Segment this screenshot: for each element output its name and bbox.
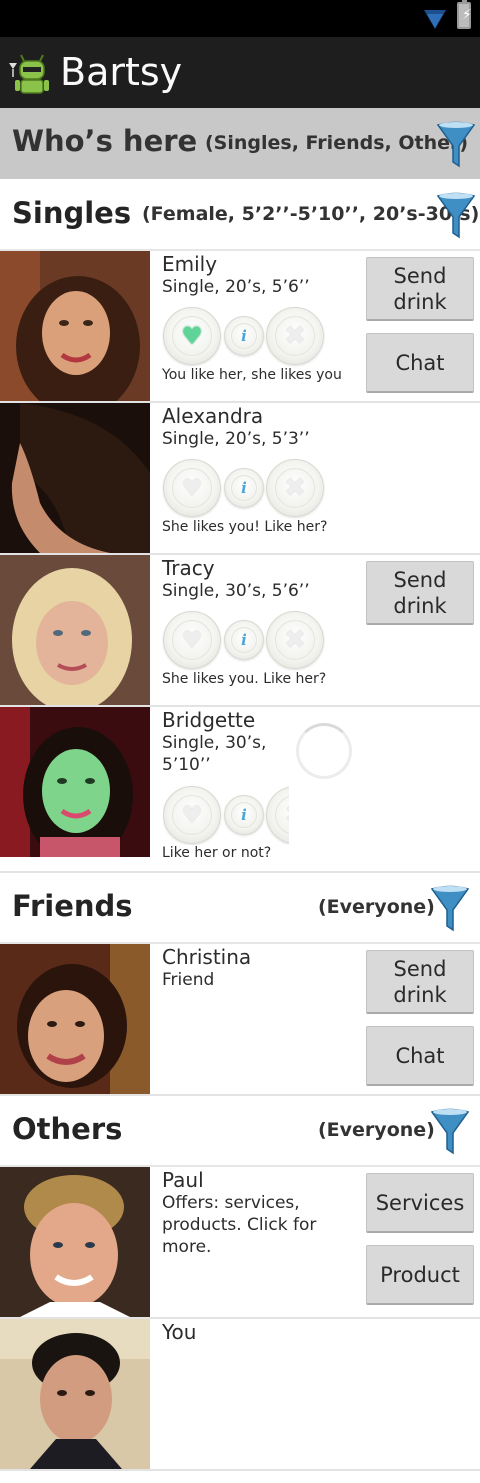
- heart-icon: ♥: [181, 801, 203, 829]
- close-icon: ✖: [284, 625, 306, 655]
- rating-controls: ♥ i ✖: [163, 458, 328, 518]
- person-desc: Single, 30’s, 5’10’’: [162, 733, 267, 775]
- person-desc: Offers: services, products. Click for mo…: [162, 1193, 317, 1257]
- person-name: Tracy: [162, 556, 215, 580]
- info-button[interactable]: i: [224, 795, 264, 835]
- like-button[interactable]: ♥: [163, 307, 221, 365]
- profile-photo[interactable]: [0, 944, 150, 1094]
- info-icon: i: [241, 630, 247, 649]
- info-icon: i: [241, 478, 247, 497]
- whos-here-filter-text: (Singles, Friends, Other): [205, 132, 469, 154]
- match-status: Like her or not?: [162, 845, 272, 861]
- list-item[interactable]: Paul Offers: services, products. Click f…: [0, 1167, 480, 1319]
- heart-icon: ♥: [181, 474, 203, 502]
- like-button[interactable]: ♥: [163, 786, 221, 844]
- product-button[interactable]: Product: [366, 1245, 474, 1305]
- person-desc: Friend: [162, 970, 215, 990]
- status-bar: ⚡: [0, 0, 480, 37]
- profile-photo[interactable]: [0, 555, 150, 705]
- friends-filter-text: (Everyone): [318, 896, 435, 918]
- app-title: Bartsy: [60, 50, 183, 94]
- send-drink-button[interactable]: Send drink: [366, 257, 474, 321]
- app-logo-icon[interactable]: [8, 51, 54, 95]
- whos-here-header[interactable]: Who’s here (Singles, Friends, Other): [0, 108, 480, 179]
- others-filter-text: (Everyone): [318, 1119, 435, 1141]
- singles-header[interactable]: Singles (Female, 5’2’’-5’10’’, 20’s-30’s…: [0, 179, 480, 251]
- person-desc: Single, 20’s, 5’3’’: [162, 429, 310, 449]
- friends-title: Friends: [12, 889, 133, 923]
- heart-icon: ♥: [181, 626, 203, 654]
- close-icon: ✖: [284, 473, 306, 503]
- person-desc: Single, 30’s, 5’6’’: [162, 581, 310, 601]
- wifi-icon: [424, 10, 446, 29]
- match-status: You like her, she likes you: [162, 367, 342, 383]
- chat-button[interactable]: Chat: [366, 1026, 474, 1086]
- list-item[interactable]: Christina Friend Send drink Chat: [0, 944, 480, 1096]
- singles-title: Singles: [12, 196, 132, 230]
- list-item[interactable]: Tracy Single, 30’s, 5’6’’ ♥ i ✖ She like…: [0, 555, 480, 707]
- list-item[interactable]: Alexandra Single, 20’s, 5’3’’ ♥ i ✖ She …: [0, 403, 480, 555]
- profile-photo[interactable]: [0, 707, 150, 857]
- chat-button[interactable]: Chat: [366, 333, 474, 393]
- close-icon: ✖: [284, 802, 289, 828]
- whos-here-title: Who’s here: [12, 124, 198, 158]
- funnel-icon[interactable]: [436, 191, 476, 239]
- info-button[interactable]: i: [224, 316, 264, 356]
- send-drink-button[interactable]: Send drink: [366, 950, 474, 1014]
- loading-spinner: [296, 723, 352, 779]
- dislike-button[interactable]: ✖: [266, 459, 324, 517]
- info-icon: i: [241, 805, 247, 824]
- rating-controls: ♥ i ✖: [163, 306, 328, 366]
- profile-photo[interactable]: [0, 251, 150, 401]
- info-button[interactable]: i: [224, 620, 264, 660]
- others-title: Others: [12, 1112, 123, 1146]
- person-name: You: [162, 1320, 197, 1344]
- dislike-button[interactable]: ✖: [266, 307, 324, 365]
- person-name: Emily: [162, 252, 218, 276]
- list-item[interactable]: Emily Single, 20’s, 5’6’’ ♥ i ✖ You like…: [0, 251, 480, 403]
- funnel-icon[interactable]: [430, 884, 470, 932]
- person-name: Christina: [162, 945, 252, 969]
- profile-photo[interactable]: [0, 403, 150, 553]
- heart-icon: ♥: [181, 322, 203, 350]
- match-status: She likes you. Like her?: [162, 671, 327, 687]
- person-name: Bridgette: [162, 708, 256, 732]
- battery-icon: ⚡: [457, 0, 472, 29]
- list-item[interactable]: You: [0, 1319, 480, 1471]
- like-button[interactable]: ♥: [163, 611, 221, 669]
- friends-header[interactable]: Friends (Everyone): [0, 873, 480, 944]
- funnel-icon[interactable]: [436, 120, 476, 168]
- singles-filter-text: (Female, 5’2’’-5’10’’, 20’s-30’s): [142, 203, 480, 225]
- profile-photo[interactable]: [0, 1167, 150, 1317]
- match-status: She likes you! Like her?: [162, 519, 328, 535]
- dislike-button[interactable]: ✖: [266, 786, 289, 844]
- funnel-icon[interactable]: [430, 1107, 470, 1155]
- info-button[interactable]: i: [224, 468, 264, 508]
- person-name: Alexandra: [162, 404, 264, 428]
- list-item[interactable]: Bridgette Single, 30’s, 5’10’’ ♥ i ✖ Lik…: [0, 707, 480, 873]
- rating-controls: ♥ i ✖: [163, 610, 328, 670]
- send-drink-button[interactable]: Send drink: [366, 561, 474, 625]
- info-icon: i: [241, 326, 247, 345]
- person-desc: Single, 20’s, 5’6’’: [162, 277, 310, 297]
- rating-controls: ♥ i ✖: [163, 785, 289, 845]
- services-button[interactable]: Services: [366, 1173, 474, 1233]
- others-header[interactable]: Others (Everyone): [0, 1096, 480, 1167]
- profile-photo[interactable]: [0, 1319, 150, 1469]
- like-button[interactable]: ♥: [163, 459, 221, 517]
- action-bar: Bartsy: [0, 37, 480, 108]
- person-name: Paul: [162, 1168, 204, 1192]
- close-icon: ✖: [284, 321, 306, 351]
- dislike-button[interactable]: ✖: [266, 611, 324, 669]
